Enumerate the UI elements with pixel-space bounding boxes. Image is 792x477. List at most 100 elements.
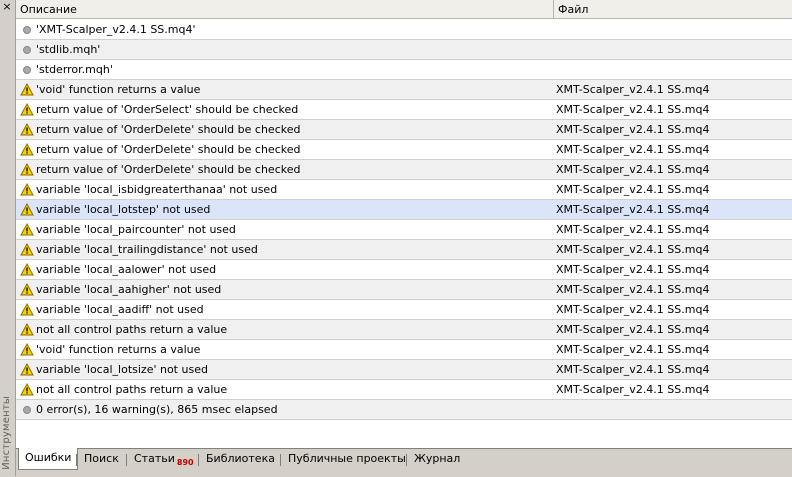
warning-icon [20,182,34,196]
warning-icon [20,162,34,176]
warning-icon [20,102,34,116]
list-item-file: XMT-Scalper_v2.4.1 SS.mq4 [556,243,710,256]
list-item[interactable]: variable 'local_lotstep' not used XMT-Sca… [16,200,792,220]
warning-icon [20,82,34,96]
toolbox-title: Инструменты [1,396,12,470]
column-header-file[interactable]: Файл [554,0,792,19]
list-item-description: variable 'local_lotsize' not used [36,363,208,376]
tab-label: Статьи [134,452,175,465]
list-item-description: 'stderror.mqh' [36,63,113,76]
list-item[interactable]: 'stderror.mqh' [16,60,792,80]
list-item-file: XMT-Scalper_v2.4.1 SS.mq4 [556,203,710,216]
list-item-description: 0 error(s), 16 warning(s), 865 msec elap… [36,403,278,416]
tab-label: Публичные проекты [288,452,406,465]
list-item[interactable]: 'void' function returns a value XMT-Scalp… [16,80,792,100]
info-dot-icon [20,23,34,36]
warning-icon [20,302,34,316]
warning-icon [20,142,34,156]
list-item[interactable]: variable 'local_lotsize' not used XMT-Sca… [16,360,792,380]
list-item[interactable]: variable 'local_aahigher' not used XMT-Sc… [16,280,792,300]
errors-list: Описание Файл 'XMT-Scalper_v2.4.1 SS.mq4… [16,0,792,448]
list-item[interactable]: return value of 'OrderDelete' should be … [16,160,792,180]
list-header: Описание Файл [16,0,792,20]
list-item-description: return value of 'OrderDelete' should be … [36,143,301,156]
list-item-file: XMT-Scalper_v2.4.1 SS.mq4 [556,303,710,316]
list-item-file: XMT-Scalper_v2.4.1 SS.mq4 [556,323,710,336]
tab-separator [126,454,127,466]
list-item-description: variable 'local_trailingdistance' not us… [36,243,258,256]
tab-search[interactable]: Поиск [84,449,119,471]
list-item[interactable]: variable 'local_aadiff' not used XMT-Scal… [16,300,792,320]
list-item-description: variable 'local_lotstep' not used [36,203,211,216]
warning-icon [20,242,34,256]
tab-public-projects[interactable]: Публичные проекты [288,449,406,471]
list-item-file: XMT-Scalper_v2.4.1 SS.mq4 [556,383,710,396]
list-item[interactable]: 'stdlib.mqh' [16,40,792,60]
list-item[interactable]: variable 'local_aalower' not used XMT-Sca… [16,260,792,280]
list-item[interactable]: return value of 'OrderSelect' should be … [16,100,792,120]
list-item-file: XMT-Scalper_v2.4.1 SS.mq4 [556,183,710,196]
tab-label: Ошибки [25,451,72,464]
list-item[interactable]: not all control paths return a value XMT-… [16,380,792,400]
warning-icon [20,122,34,136]
warning-icon [20,342,34,356]
warning-icon [20,202,34,216]
list-item-file: XMT-Scalper_v2.4.1 SS.mq4 [556,163,710,176]
list-item-description: 'void' function returns a value [36,343,201,356]
list-item-description: variable 'local_isbidgreaterthanaa' not … [36,183,278,196]
list-item-file: XMT-Scalper_v2.4.1 SS.mq4 [556,363,710,376]
column-header-description[interactable]: Описание [16,0,554,19]
warning-icon [20,322,34,336]
list-item[interactable]: variable 'local_paircounter' not used XMT… [16,220,792,240]
list-item-description: not all control paths return a value [36,383,228,396]
list-item[interactable]: not all control paths return a value XMT-… [16,320,792,340]
list-item-file: XMT-Scalper_v2.4.1 SS.mq4 [556,83,710,96]
list-item-file: XMT-Scalper_v2.4.1 SS.mq4 [556,123,710,136]
list-item-description: not all control paths return a value [36,323,228,336]
toolbox-side-panel: × Инструменты [0,0,16,476]
info-dot-icon [20,63,34,76]
tab-label: Поиск [84,452,119,465]
tab-separator [76,454,77,466]
warning-icon [20,222,34,236]
close-icon[interactable]: × [1,1,13,13]
tab-errors[interactable]: Ошибки [18,448,79,470]
tab-label: Библиотека [206,452,275,465]
list-item-description: 'XMT-Scalper_v2.4.1 SS.mq4' [36,23,196,36]
bottom-tab-bar: Ошибки Поиск Статьи 890 Библиотека Публичные … [16,448,792,477]
info-dot-icon [20,403,34,416]
list-item-file: XMT-Scalper_v2.4.1 SS.mq4 [556,143,710,156]
list-item-description: return value of 'OrderDelete' should be … [36,163,301,176]
list-body: 'XMT-Scalper_v2.4.1 SS.mq4' 'stdlib.mqh' '… [16,20,792,420]
tab-journal[interactable]: Журнал [414,449,460,471]
tab-articles[interactable]: Статьи 890 [134,449,194,471]
list-item-description: return value of 'OrderSelect' should be … [36,103,299,116]
tab-badge: 890 [176,458,194,467]
list-item[interactable]: variable 'local_trailingdistance' not us… [16,240,792,260]
tab-separator [280,454,281,466]
list-item[interactable]: variable 'local_isbidgreaterthanaa' not … [16,180,792,200]
list-item[interactable]: 'XMT-Scalper_v2.4.1 SS.mq4' [16,20,792,40]
list-item-description: 'stdlib.mqh' [36,43,101,56]
list-item[interactable]: 'void' function returns a value XMT-Scalp… [16,340,792,360]
list-item-file: XMT-Scalper_v2.4.1 SS.mq4 [556,223,710,236]
tab-separator [406,454,407,466]
list-item-file: XMT-Scalper_v2.4.1 SS.mq4 [556,103,710,116]
tab-library[interactable]: Библиотека [206,449,275,471]
warning-icon [20,282,34,296]
tab-separator [198,454,199,466]
list-item[interactable]: 0 error(s), 16 warning(s), 865 msec elap… [16,400,792,420]
list-item[interactable]: return value of 'OrderDelete' should be … [16,120,792,140]
warning-icon [20,262,34,276]
warning-icon [20,382,34,396]
list-item-description: variable 'local_paircounter' not used [36,223,236,236]
list-item-file: XMT-Scalper_v2.4.1 SS.mq4 [556,263,710,276]
list-item-description: variable 'local_aahigher' not used [36,283,222,296]
list-item[interactable]: return value of 'OrderDelete' should be … [16,140,792,160]
list-item-description: return value of 'OrderDelete' should be … [36,123,301,136]
list-item-description: variable 'local_aadiff' not used [36,303,204,316]
tab-label: Журнал [414,452,461,465]
list-item-file: XMT-Scalper_v2.4.1 SS.mq4 [556,283,710,296]
list-item-description: 'void' function returns a value [36,83,201,96]
info-dot-icon [20,43,34,56]
